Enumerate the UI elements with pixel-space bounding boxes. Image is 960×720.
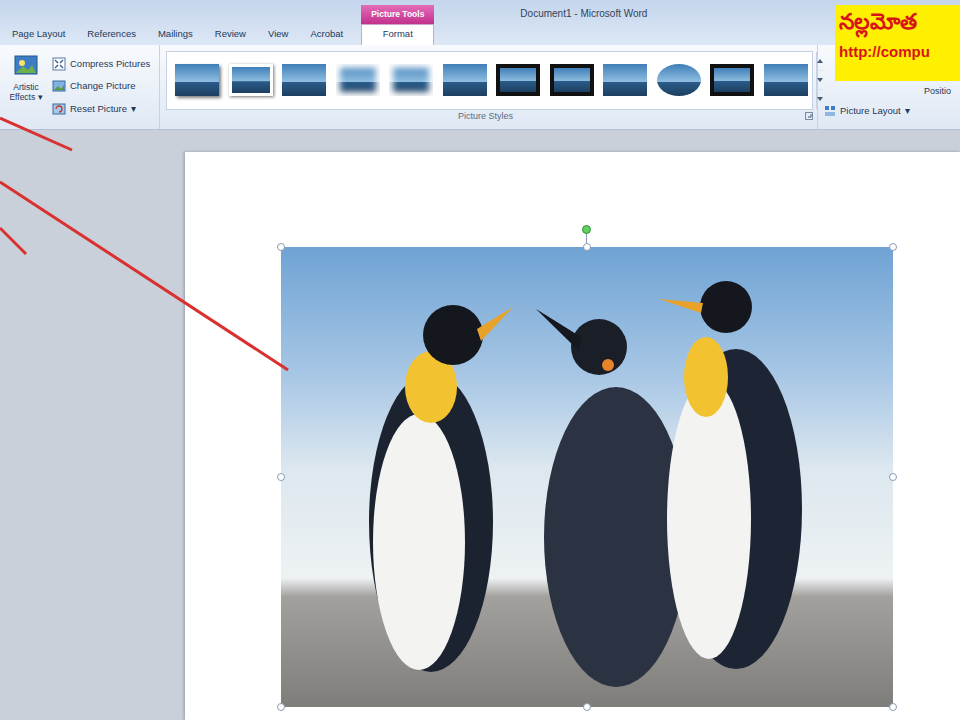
contextual-tab-header: Picture Tools (361, 5, 434, 24)
picture-styles-group: Picture Styles (160, 45, 818, 129)
adjust-buttons: Compress Pictures Change Picture Reset Pic… (52, 53, 150, 125)
ribbon-tab[interactable]: Format (361, 24, 434, 45)
group-label: Picture Styles (166, 110, 805, 124)
contextual-tab-group: Picture ToolsFormat (361, 5, 434, 45)
window-title: Document1 - Microsoft Word (520, 6, 647, 21)
picture-style-thumbnail[interactable] (550, 64, 594, 96)
picture-style-thumbnail[interactable] (710, 64, 754, 96)
picture-style-thumbnail[interactable] (496, 64, 540, 96)
penguins-photo (281, 247, 893, 707)
logo-text: నల్లమోత (839, 9, 960, 35)
ribbon-tab[interactable]: Acrobat (302, 25, 351, 45)
resize-handle[interactable] (277, 243, 285, 251)
change-picture-icon (52, 79, 66, 93)
reset-icon (52, 102, 66, 116)
adjust-button-label: Change Picture (70, 79, 135, 93)
ribbon-tab[interactable]: Mailings (150, 25, 201, 45)
dropdown-arrow: ▾ (131, 102, 136, 116)
resize-handle[interactable] (889, 473, 897, 481)
ribbon-tab[interactable]: View (260, 25, 296, 45)
resize-handle[interactable] (889, 243, 897, 251)
picture-style-thumbnail[interactable] (229, 64, 273, 96)
channel-logo: నల్లమోత http://compu (835, 5, 960, 81)
picture-styles-gallery (166, 51, 813, 110)
dropdown-arrow: ▾ (38, 92, 43, 102)
adjust-button[interactable]: Compress Pictures (52, 57, 150, 71)
dropdown-arrow: ▾ (905, 104, 910, 118)
rotate-handle[interactable] (582, 225, 591, 234)
adjust-button-label: Compress Pictures (70, 57, 150, 71)
ribbon-tab[interactable]: References (79, 25, 144, 45)
picture-style-thumbnail[interactable] (443, 64, 487, 96)
picture-layout-label: Picture Layout (840, 104, 901, 118)
ribbon-tab[interactable]: Review (207, 25, 254, 45)
resize-handle[interactable] (277, 473, 285, 481)
picture-style-thumbnail[interactable] (764, 64, 808, 96)
logo-url: http://compu (839, 41, 960, 64)
scroll-up-icon (817, 59, 823, 63)
resize-handle[interactable] (583, 243, 591, 251)
picture-style-thumbnail[interactable] (657, 64, 701, 96)
picture-layout-icon (824, 105, 836, 117)
annotation-arrows (0, 0, 960, 720)
adjust-button[interactable]: Reset Picture ▾ (52, 102, 150, 116)
gallery-scroll-button[interactable] (817, 52, 823, 71)
scroll-down-icon (817, 97, 823, 101)
ribbon: Artistic Effects ▾ Compress Pictures Chang… (0, 45, 960, 130)
gallery-more-button[interactable] (817, 90, 823, 108)
artistic-effects-label: Artistic Effects (9, 82, 38, 102)
position-button[interactable]: Positio (924, 85, 951, 129)
gallery-scroll (816, 52, 823, 109)
adjust-button-label: Reset Picture (70, 102, 127, 116)
ribbon-tab-strip: Page Layout References Mailings Review View A… (0, 0, 960, 45)
picture-style-thumbnail[interactable] (603, 64, 647, 96)
inserted-picture[interactable] (281, 247, 893, 707)
picture-style-thumbnail[interactable] (336, 64, 380, 96)
picture-style-thumbnail[interactable] (175, 64, 219, 96)
document-page (185, 152, 960, 720)
scroll-down-icon (817, 78, 823, 82)
artistic-effects-icon (13, 53, 39, 79)
picture-style-thumbnail[interactable] (282, 64, 326, 96)
picture-layout-button[interactable]: Picture Layout ▾ (824, 93, 916, 129)
ribbon-tab[interactable]: Page Layout (4, 25, 73, 45)
resize-handle[interactable] (277, 703, 285, 711)
resize-handle[interactable] (889, 703, 897, 711)
compress-icon (52, 57, 66, 71)
dialog-launcher-icon (805, 112, 813, 120)
document-area (0, 130, 960, 720)
adjust-button[interactable]: Change Picture (52, 79, 150, 93)
gallery-scroll-button[interactable] (817, 71, 823, 90)
picture-style-thumbnail[interactable] (389, 64, 433, 96)
artistic-effects-button[interactable]: Artistic Effects ▾ (4, 53, 48, 125)
resize-handle[interactable] (583, 703, 591, 711)
adjust-group: Artistic Effects ▾ Compress Pictures Chang… (0, 45, 160, 129)
